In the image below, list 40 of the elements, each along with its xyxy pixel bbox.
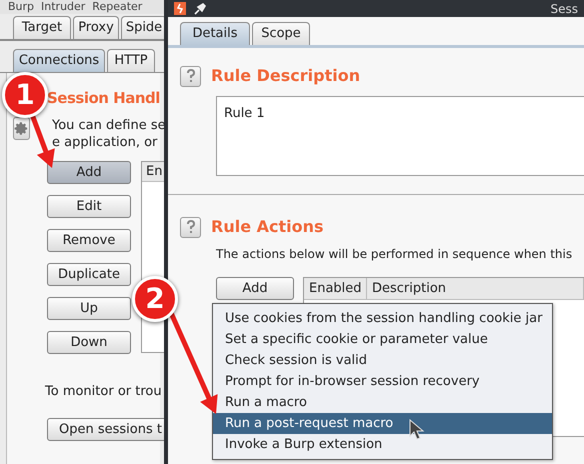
cursor-icon [410,419,424,440]
help-icon[interactable] [180,216,201,238]
section-title: Rule Description [211,65,360,87]
window-title: Sess [550,0,578,16]
help-icon[interactable] [180,66,201,86]
tab[interactable]: Proxy [73,16,119,39]
menu-bar: Burp Intruder Repeater [0,0,166,14]
menu-item[interactable]: Run a post-request macro [213,413,552,434]
monitor-text: To monitor or trou [44,383,160,401]
button[interactable]: Add [47,161,131,184]
pin-icon[interactable] [194,2,206,14]
button[interactable]: Down [47,331,131,354]
menu-item[interactable]: Invoke a Burp extension [213,434,552,455]
tab[interactable]: HTTP [107,49,155,72]
tab[interactable]: Details [180,22,250,45]
tab[interactable]: Spide [121,16,166,39]
button[interactable]: Up [47,297,131,320]
menu-item[interactable]: Set a specific cookie or parameter value [213,329,552,350]
tab[interactable]: Target [13,16,71,39]
column-header: Enabled [304,278,367,299]
description-field[interactable]: Rule 1 [216,96,584,176]
button[interactable]: Add [216,277,294,300]
menu-item[interactable]: Run a macro [213,392,552,413]
column-header: En [142,162,166,182]
menu-item[interactable]: Check session is valid [213,350,552,371]
button[interactable]: Edit [47,195,131,218]
menu-item[interactable]: Prompt for in-browser session recovery [213,371,552,392]
tab[interactable]: Connections [13,49,105,72]
column-header: Description [367,278,584,299]
settings-icon[interactable] [13,117,30,140]
tab[interactable]: Scope [252,22,310,45]
menu-item[interactable]: Use cookies from the session handling cookie jar [213,308,552,329]
section-title: Session Handl [47,88,160,109]
actions-description: The actions below will be performed in sequence when this [216,246,574,263]
button[interactable]: Remove [47,229,131,252]
app-logo-icon [174,2,186,15]
button[interactable]: Open sessions t [47,418,166,441]
button[interactable]: Duplicate [47,263,131,286]
section-title: Rule Actions [211,216,324,238]
description-text: e application, or [52,134,158,151]
